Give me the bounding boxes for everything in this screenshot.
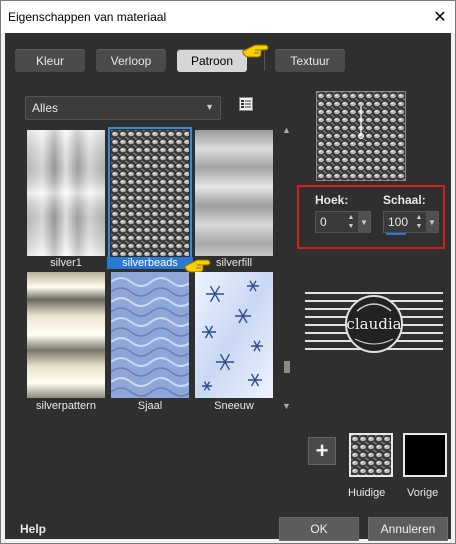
pointing-hand-icon (242, 44, 269, 58)
tab-kleur[interactable]: Kleur (15, 49, 85, 72)
stepper-arrows-icon[interactable]: ▲ ▼ (414, 213, 424, 231)
current-label: Huidige (348, 487, 386, 499)
pattern-tile-sjaal[interactable] (111, 272, 189, 398)
pattern-label-selected: silverbeads (107, 257, 193, 269)
focus-indicator (386, 233, 406, 235)
pattern-tile-silver1[interactable] (27, 130, 105, 256)
cancel-button[interactable]: Annuleren (368, 517, 448, 541)
plus-icon: + (315, 438, 329, 463)
chevron-down-icon: ▼ (205, 102, 214, 112)
add-button[interactable]: + (308, 437, 336, 465)
angle-spinner[interactable]: 0 ▲ ▼ ▼ (315, 211, 371, 233)
scale-spinner[interactable]: 100 ▲ ▼ ▼ (383, 211, 439, 235)
pattern-tile-silverpattern[interactable] (27, 272, 105, 398)
previous-swatch[interactable] (403, 433, 447, 477)
pattern-label: silver1 (50, 257, 82, 269)
scroll-thumb[interactable] (284, 361, 290, 373)
scale-label: Schaal: (383, 193, 426, 207)
scale-value: 100 (388, 215, 409, 229)
tab-textuur[interactable]: Textuur (275, 49, 345, 72)
pattern-label: silverpattern (36, 400, 96, 412)
ok-button[interactable]: OK (279, 517, 359, 541)
list-view-icon[interactable] (239, 97, 253, 111)
properties-dialog: Eigenschappen van materiaal ✕ Kleur Verl… (0, 0, 456, 544)
pattern-preview[interactable] (316, 91, 406, 181)
title-bar: Eigenschappen van materiaal ✕ (1, 1, 455, 33)
chevron-down-icon[interactable]: ▼ (426, 212, 438, 232)
claudia-watermark-logo: claudia (305, 292, 443, 353)
pattern-tile-sneeuw[interactable] (195, 272, 273, 398)
angle-value: 0 (320, 215, 327, 229)
close-button[interactable]: ✕ (427, 5, 453, 29)
pattern-tile-silverfill[interactable] (195, 130, 273, 256)
stepper-arrows-icon[interactable]: ▲ ▼ (346, 213, 356, 231)
scroll-up-icon[interactable]: ▲ (282, 125, 291, 135)
dialog-body: Kleur Verloop Patroon Textuur Alles ▼ si… (5, 33, 451, 541)
close-icon: ✕ (433, 9, 447, 26)
category-select[interactable]: Alles ▼ (25, 96, 221, 120)
angle-label: Hoek: (315, 193, 349, 207)
scroll-down-icon[interactable]: ▼ (282, 401, 291, 411)
pattern-tile-silverbeads[interactable] (108, 127, 192, 259)
angle-scale-group: Hoek: 0 ▲ ▼ ▼ Schaal: 100 ▲ ▼ ▼ (297, 185, 445, 249)
pattern-label: Sjaal (137, 400, 163, 412)
chevron-down-icon[interactable]: ▼ (358, 212, 370, 232)
pointing-hand-icon (184, 259, 211, 273)
pattern-scrollbar[interactable]: ▲ ▼ (282, 125, 292, 413)
category-select-value: Alles (32, 101, 59, 115)
previous-label: Vorige (407, 487, 439, 499)
pattern-label: Sneeuw (214, 400, 254, 412)
current-swatch[interactable] (349, 433, 393, 477)
tab-verloop[interactable]: Verloop (96, 49, 166, 72)
logo-text: claudia (346, 315, 401, 333)
help-link[interactable]: Help (20, 522, 46, 536)
tab-patroon[interactable]: Patroon (177, 49, 247, 72)
dialog-title: Eigenschappen van materiaal (8, 10, 167, 24)
